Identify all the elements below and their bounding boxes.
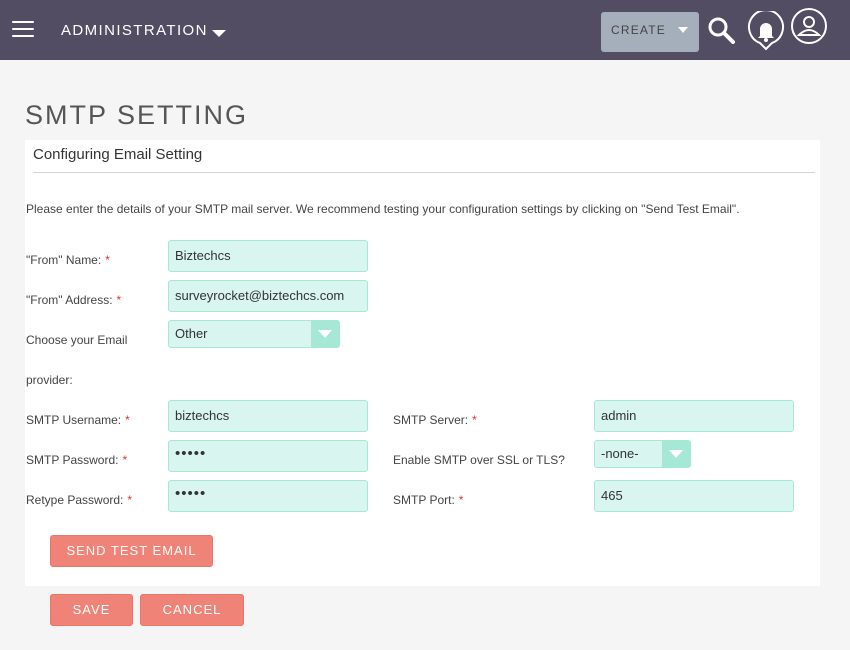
required-marker: * xyxy=(472,413,477,427)
required-marker: * xyxy=(116,293,122,307)
user-icon[interactable] xyxy=(790,7,828,45)
smtp-password-field[interactable]: ••••• xyxy=(168,440,368,472)
smtp-username-field[interactable]: biztechcs xyxy=(168,400,368,432)
search-icon[interactable] xyxy=(707,16,735,44)
administration-menu[interactable]: ADMINISTRATION xyxy=(61,22,208,39)
divider xyxy=(33,172,815,173)
required-marker: * xyxy=(122,453,128,467)
page-title: SMTP SETTING xyxy=(25,100,249,130)
smtp-port-label: SMTP Port: * xyxy=(393,493,463,507)
chevron-down-icon[interactable] xyxy=(212,30,226,37)
ssl-tls-value: -none- xyxy=(601,446,639,461)
panel-title: Configuring Email Setting xyxy=(33,146,203,163)
bell-icon[interactable] xyxy=(747,11,785,51)
required-marker: * xyxy=(458,493,464,507)
smtp-port-label-text: SMTP Port: xyxy=(393,493,455,507)
email-provider-select[interactable]: Other xyxy=(168,320,340,348)
from-address-field[interactable]: surveyrocket@biztechcs.com xyxy=(168,280,368,312)
email-provider-label: Choose your Email xyxy=(26,333,128,347)
from-address-label: "From" Address: * xyxy=(26,293,121,307)
smtp-username-label-text: SMTP Username: xyxy=(26,413,122,427)
smtp-password-label: SMTP Password: * xyxy=(26,453,127,467)
email-provider-label-line2: provider: xyxy=(26,373,73,387)
create-button[interactable]: CREATE xyxy=(601,12,699,52)
ssl-tls-select[interactable]: -none- xyxy=(594,440,691,468)
required-marker: * xyxy=(127,493,133,507)
create-button-label: CREATE xyxy=(611,23,666,37)
create-dropdown-caret-icon[interactable] xyxy=(678,27,688,33)
intro-text: Please enter the details of your SMTP ma… xyxy=(26,202,740,216)
top-navigation-bar: ADMINISTRATION CREATE xyxy=(0,0,850,60)
smtp-username-label: SMTP Username: * xyxy=(26,413,130,427)
smtp-server-field[interactable]: admin xyxy=(594,400,794,432)
from-name-label-text: "From" Name: xyxy=(26,253,102,267)
chevron-down-icon[interactable] xyxy=(662,441,690,467)
retype-password-field[interactable]: ••••• xyxy=(168,480,368,512)
required-marker: * xyxy=(105,253,110,267)
smtp-server-label-text: SMTP Server: xyxy=(393,413,469,427)
chevron-down-icon[interactable] xyxy=(311,321,339,347)
retype-password-label: Retype Password: * xyxy=(26,493,132,507)
required-marker: * xyxy=(125,413,130,427)
send-test-email-button[interactable]: SEND TEST EMAIL xyxy=(50,535,213,567)
retype-password-label-text: Retype Password: xyxy=(26,493,124,507)
from-name-field[interactable]: Biztechcs xyxy=(168,240,368,272)
ssl-tls-label: Enable SMTP over SSL or TLS? xyxy=(393,453,565,467)
from-address-label-text: "From" Address: xyxy=(26,293,113,307)
smtp-server-label: SMTP Server: * xyxy=(393,413,477,427)
email-provider-value: Other xyxy=(175,326,208,341)
from-name-label: "From" Name: * xyxy=(26,253,110,267)
smtp-port-field[interactable]: 465 xyxy=(594,480,794,512)
smtp-password-label-text: SMTP Password: xyxy=(26,453,119,467)
menu-icon[interactable] xyxy=(12,21,34,37)
save-button[interactable]: SAVE xyxy=(50,594,133,626)
cancel-button[interactable]: CANCEL xyxy=(140,594,244,626)
